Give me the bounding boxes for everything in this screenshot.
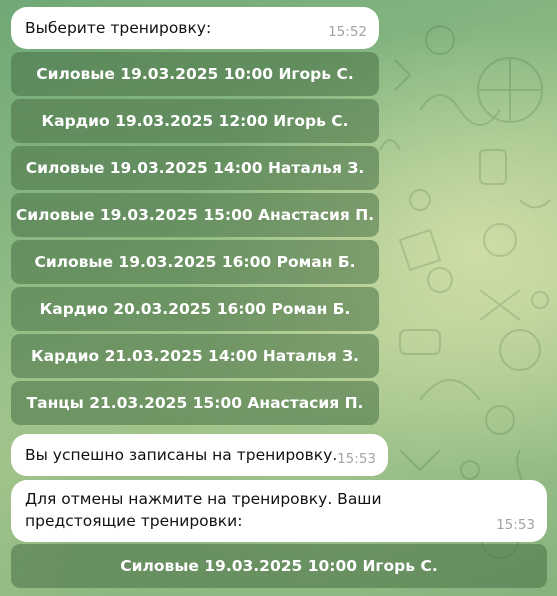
inline-keyboard-button[interactable]: Кардио 21.03.2025 14:00 Наталья З. [11, 334, 379, 378]
message-text: Вы успешно записаны на тренировку. [25, 446, 338, 464]
message-choose-workout: Выберите тренировку: 15:52 [11, 7, 379, 49]
inline-keyboard-button[interactable]: Силовые 19.03.2025 10:00 Игорь С. [11, 544, 547, 588]
message-success: Вы успешно записаны на тренировку. 15:53 [11, 434, 388, 476]
message-time: 15:52 [328, 24, 367, 40]
message-text: Для отмены нажмите на тренировку. Ваши п… [25, 490, 382, 530]
inline-keyboard-button[interactable]: Силовые 19.03.2025 14:00 Наталья З. [11, 146, 379, 190]
inline-keyboard-button[interactable]: Силовые 19.03.2025 10:00 Игорь С. [11, 52, 379, 96]
inline-keyboard-button[interactable]: Силовые 19.03.2025 15:00 Анастасия П. [11, 193, 379, 237]
inline-keyboard-button[interactable]: Танцы 21.03.2025 15:00 Анастасия П. [11, 381, 379, 425]
inline-keyboard-button[interactable]: Кардио 20.03.2025 16:00 Роман Б. [11, 287, 379, 331]
message-time: 15:53 [337, 451, 376, 467]
message-text: Выберите тренировку: [25, 19, 212, 37]
message-cancel-instructions: Для отмены нажмите на тренировку. Ваши п… [11, 480, 547, 542]
inline-keyboard-button[interactable]: Кардио 19.03.2025 12:00 Игорь С. [11, 99, 379, 143]
message-time: 15:53 [496, 517, 535, 533]
inline-keyboard-button[interactable]: Силовые 19.03.2025 16:00 Роман Б. [11, 240, 379, 284]
